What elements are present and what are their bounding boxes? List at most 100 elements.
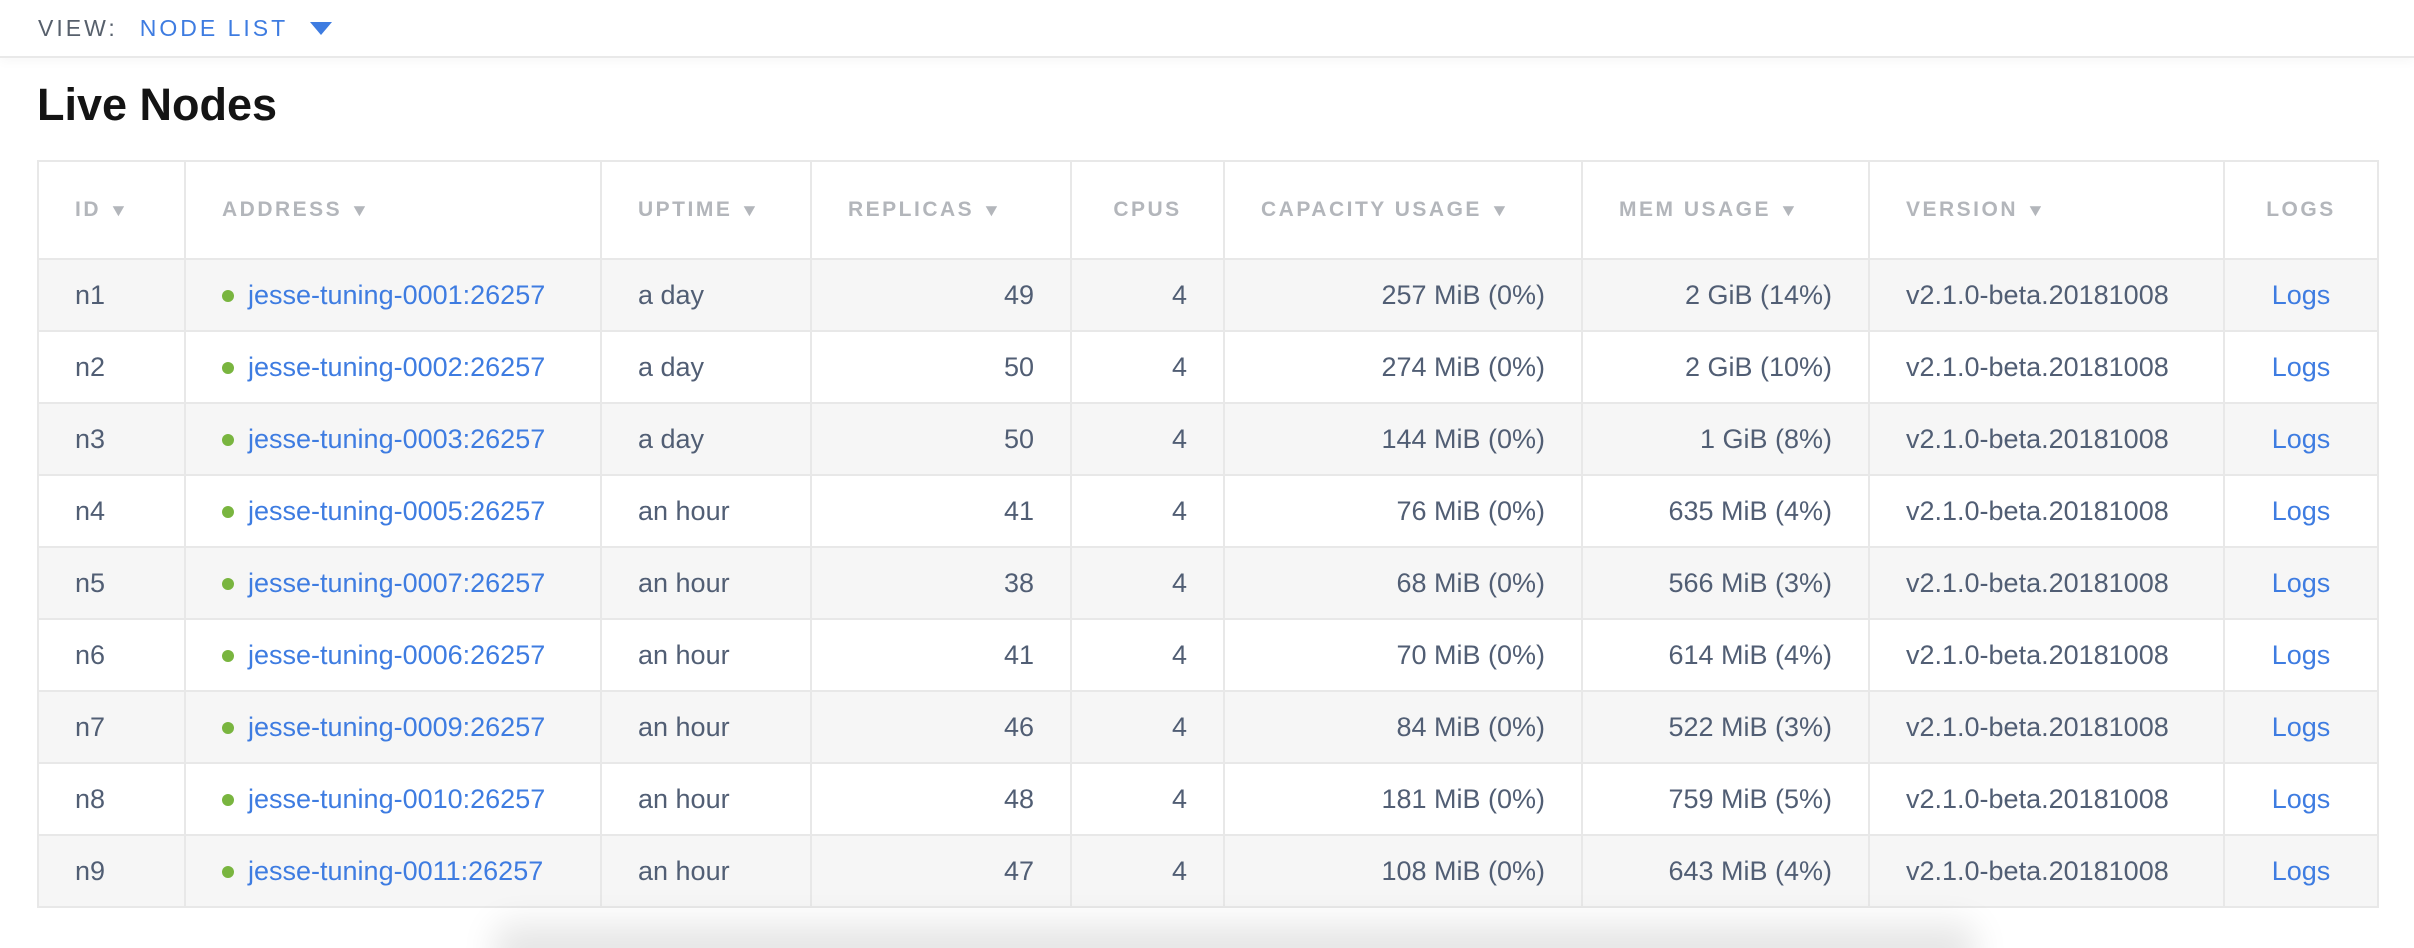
replicas-cell: 47 — [811, 835, 1071, 907]
logs-cell: Logs — [2224, 619, 2378, 691]
mem-usage-cell: 643 MiB (4%) — [1582, 835, 1869, 907]
mem-usage-cell: 2 GiB (10%) — [1582, 331, 1869, 403]
cpus-cell: 4 — [1071, 691, 1224, 763]
logs-link[interactable]: Logs — [2272, 496, 2331, 526]
mem-usage-cell: 1 GiB (8%) — [1582, 403, 1869, 475]
mem-usage-cell: 566 MiB (3%) — [1582, 547, 1869, 619]
logs-link[interactable]: Logs — [2272, 424, 2331, 454]
replicas-cell: 49 — [811, 259, 1071, 331]
node-id-cell: n9 — [38, 835, 185, 907]
logs-link[interactable]: Logs — [2272, 352, 2331, 382]
column-header-id[interactable]: ID▼ — [38, 161, 185, 259]
capacity-usage-cell: 108 MiB (0%) — [1224, 835, 1582, 907]
live-status-icon — [222, 722, 234, 734]
live-status-icon — [222, 506, 234, 518]
node-address-cell: jesse-tuning-0002:26257 — [185, 331, 601, 403]
version-cell: v2.1.0-beta.20181008 — [1869, 547, 2224, 619]
node-address-link[interactable]: jesse-tuning-0009:26257 — [248, 712, 545, 742]
cpus-cell: 4 — [1071, 403, 1224, 475]
logs-cell: Logs — [2224, 547, 2378, 619]
node-address-cell: jesse-tuning-0003:26257 — [185, 403, 601, 475]
node-address-link[interactable]: jesse-tuning-0001:26257 — [248, 280, 545, 310]
logs-cell: Logs — [2224, 691, 2378, 763]
version-cell: v2.1.0-beta.20181008 — [1869, 259, 2224, 331]
node-address-link[interactable]: jesse-tuning-0007:26257 — [248, 568, 545, 598]
version-cell: v2.1.0-beta.20181008 — [1869, 691, 2224, 763]
mem-usage-cell: 635 MiB (4%) — [1582, 475, 1869, 547]
table-row: n9 jesse-tuning-0011:26257 an hour 47 4 … — [38, 835, 2378, 907]
column-header-replicas[interactable]: REPLICAS▼ — [811, 161, 1071, 259]
view-selector[interactable]: NODE LIST — [140, 15, 332, 42]
live-status-icon — [222, 578, 234, 590]
column-label: CAPACITY USAGE — [1261, 198, 1482, 221]
live-status-icon — [222, 362, 234, 374]
column-header-logs[interactable]: LOGS — [2224, 161, 2378, 259]
logs-link[interactable]: Logs — [2272, 568, 2331, 598]
logs-link[interactable]: Logs — [2272, 784, 2331, 814]
logs-link[interactable]: Logs — [2272, 856, 2331, 886]
logs-link[interactable]: Logs — [2272, 640, 2331, 670]
sort-descending-icon: ▼ — [1490, 201, 1509, 221]
logs-cell: Logs — [2224, 475, 2378, 547]
node-address-link[interactable]: jesse-tuning-0002:26257 — [248, 352, 545, 382]
node-address-link[interactable]: jesse-tuning-0010:26257 — [248, 784, 545, 814]
node-address-link[interactable]: jesse-tuning-0005:26257 — [248, 496, 545, 526]
logs-cell: Logs — [2224, 331, 2378, 403]
sort-descending-icon: ▼ — [2026, 201, 2045, 221]
version-cell: v2.1.0-beta.20181008 — [1869, 475, 2224, 547]
column-header-version[interactable]: VERSION▼ — [1869, 161, 2224, 259]
cpus-cell: 4 — [1071, 331, 1224, 403]
cpus-cell: 4 — [1071, 259, 1224, 331]
capacity-usage-cell: 144 MiB (0%) — [1224, 403, 1582, 475]
logs-cell: Logs — [2224, 835, 2378, 907]
uptime-cell: an hour — [601, 547, 811, 619]
uptime-cell: an hour — [601, 475, 811, 547]
live-status-icon — [222, 290, 234, 302]
replicas-cell: 50 — [811, 331, 1071, 403]
node-address-cell: jesse-tuning-0009:26257 — [185, 691, 601, 763]
replicas-cell: 48 — [811, 763, 1071, 835]
logs-link[interactable]: Logs — [2272, 280, 2331, 310]
column-header-uptime[interactable]: UPTIME▼ — [601, 161, 811, 259]
node-address-link[interactable]: jesse-tuning-0006:26257 — [248, 640, 545, 670]
replicas-cell: 38 — [811, 547, 1071, 619]
sort-descending-icon: ▼ — [740, 201, 759, 221]
uptime-cell: an hour — [601, 619, 811, 691]
capacity-usage-cell: 257 MiB (0%) — [1224, 259, 1582, 331]
node-id-cell: n5 — [38, 547, 185, 619]
column-header-mem[interactable]: MEM USAGE▼ — [1582, 161, 1869, 259]
node-address-link[interactable]: jesse-tuning-0003:26257 — [248, 424, 545, 454]
node-address-cell: jesse-tuning-0006:26257 — [185, 619, 601, 691]
node-id-cell: n6 — [38, 619, 185, 691]
table-row: n6 jesse-tuning-0006:26257 an hour 41 4 … — [38, 619, 2378, 691]
column-label: LOGS — [2266, 198, 2336, 221]
table-body: n1 jesse-tuning-0001:26257 a day 49 4 25… — [38, 259, 2378, 907]
main-content: Live Nodes ID▼ADDRESS▼UPTIME▼REPLICAS▼CP… — [0, 80, 2414, 908]
table-row: n2 jesse-tuning-0002:26257 a day 50 4 27… — [38, 331, 2378, 403]
live-status-icon — [222, 794, 234, 806]
node-id-cell: n7 — [38, 691, 185, 763]
live-nodes-table: ID▼ADDRESS▼UPTIME▼REPLICAS▼CPUSCAPACITY … — [37, 160, 2379, 908]
logs-cell: Logs — [2224, 259, 2378, 331]
node-id-cell: n8 — [38, 763, 185, 835]
logs-link[interactable]: Logs — [2272, 712, 2331, 742]
column-header-address[interactable]: ADDRESS▼ — [185, 161, 601, 259]
capacity-usage-cell: 181 MiB (0%) — [1224, 763, 1582, 835]
chevron-down-icon — [310, 22, 332, 35]
column-header-cpus[interactable]: CPUS — [1071, 161, 1224, 259]
page-title: Live Nodes — [37, 80, 2377, 130]
column-label: MEM USAGE — [1619, 198, 1771, 221]
logs-cell: Logs — [2224, 763, 2378, 835]
table-row: n8 jesse-tuning-0010:26257 an hour 48 4 … — [38, 763, 2378, 835]
column-header-capacity[interactable]: CAPACITY USAGE ▼ — [1224, 161, 1582, 259]
mem-usage-cell: 759 MiB (5%) — [1582, 763, 1869, 835]
cpus-cell: 4 — [1071, 619, 1224, 691]
live-status-icon — [222, 650, 234, 662]
node-address-link[interactable]: jesse-tuning-0011:26257 — [248, 856, 543, 886]
mem-usage-cell: 2 GiB (14%) — [1582, 259, 1869, 331]
uptime-cell: a day — [601, 331, 811, 403]
logs-cell: Logs — [2224, 403, 2378, 475]
capacity-usage-cell: 68 MiB (0%) — [1224, 547, 1582, 619]
sort-descending-icon: ▼ — [350, 201, 369, 221]
view-bar: VIEW: NODE LIST — [0, 0, 2414, 58]
